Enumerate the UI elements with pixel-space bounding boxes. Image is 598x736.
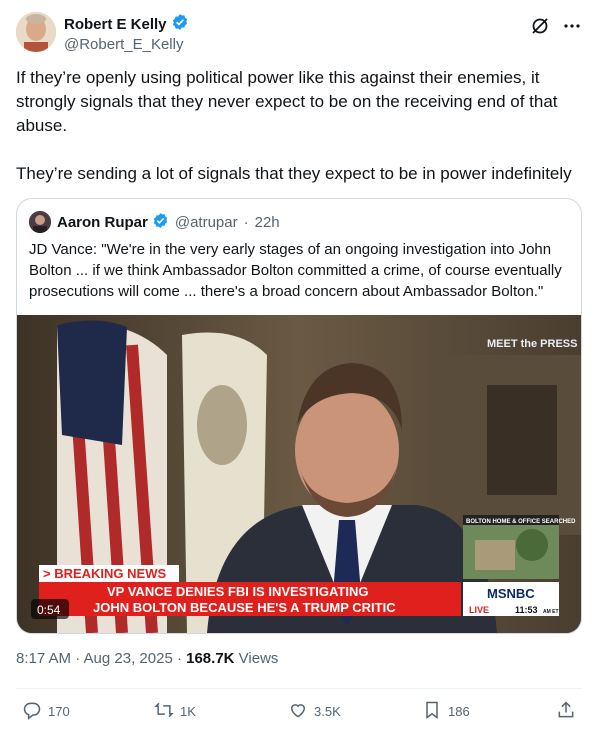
repost-button[interactable]: 1K bbox=[154, 700, 196, 723]
breaking-news-label: > BREAKING NEWS bbox=[43, 566, 166, 581]
reply-icon bbox=[22, 700, 42, 723]
bookmark-icon bbox=[422, 700, 442, 723]
repost-icon bbox=[154, 700, 174, 723]
views-count: 168.7K bbox=[186, 650, 235, 667]
grok-icon[interactable] bbox=[530, 16, 550, 36]
video-frame: MEET the PRESS BOLTON HOME & OFFICE SEAR… bbox=[17, 315, 581, 633]
like-button[interactable]: 3.5K bbox=[288, 700, 341, 723]
quote-author-name[interactable]: Aaron Rupar bbox=[57, 214, 148, 231]
broadcast-clock: 11:53 bbox=[515, 605, 538, 615]
show-logo: MEET the PRESS bbox=[487, 338, 577, 350]
views-label: Views bbox=[234, 650, 279, 667]
quoted-tweet[interactable]: Aaron Rupar @atrupar · 22h JD Vance: "We… bbox=[16, 198, 582, 634]
tweet-meta: 8:17 AM · Aug 23, 2025 · 168.7K Views bbox=[16, 650, 278, 667]
like-count: 3.5K bbox=[314, 704, 341, 719]
inset-caption: BOLTON HOME & OFFICE SEARCHED bbox=[466, 519, 576, 525]
quote-separator: · bbox=[243, 213, 249, 231]
quote-timestamp[interactable]: 22h bbox=[255, 214, 280, 231]
share-icon bbox=[556, 700, 576, 723]
verified-badge-icon bbox=[152, 212, 169, 233]
repost-count: 1K bbox=[180, 704, 196, 719]
author-name[interactable]: Robert E Kelly bbox=[64, 16, 167, 33]
divider bbox=[16, 688, 582, 689]
quote-author-handle[interactable]: @atrupar bbox=[175, 214, 238, 231]
headline-line-2: JOHN BOLTON BECAUSE HE'S A TRUMP CRITIC bbox=[93, 600, 396, 615]
share-button[interactable] bbox=[556, 700, 576, 723]
network-logo: MSNBC bbox=[487, 586, 535, 601]
live-label: LIVE bbox=[469, 605, 489, 615]
author-avatar[interactable] bbox=[16, 12, 56, 52]
tweet-text: If they’re openly using political power … bbox=[16, 68, 572, 183]
headline-line-1: VP VANCE DENIES FBI IS INVESTIGATING bbox=[107, 584, 369, 599]
video-player[interactable]: MEET the PRESS BOLTON HOME & OFFICE SEAR… bbox=[17, 315, 581, 633]
verified-badge-icon bbox=[171, 13, 189, 35]
quote-author-avatar[interactable] bbox=[29, 211, 51, 233]
reply-count: 170 bbox=[48, 704, 70, 719]
tweet-timestamp[interactable]: 8:17 AM · Aug 23, 2025 · bbox=[16, 650, 186, 667]
more-options-icon[interactable] bbox=[562, 16, 582, 36]
author-handle[interactable]: @Robert_E_Kelly bbox=[64, 36, 189, 53]
tweet-header: Robert E Kelly @Robert_E_Kelly bbox=[16, 10, 582, 56]
reply-button[interactable]: 170 bbox=[22, 700, 70, 723]
video-duration: 0:54 bbox=[37, 603, 61, 617]
action-bar: 170 1K 3.5K 186 bbox=[16, 700, 582, 726]
broadcast-clock-suffix: AM ET bbox=[543, 609, 559, 615]
bookmark-count: 186 bbox=[448, 704, 470, 719]
heart-icon bbox=[288, 700, 308, 723]
bookmark-button[interactable]: 186 bbox=[422, 700, 470, 723]
quote-text: JD Vance: "We're in the very early stage… bbox=[29, 241, 562, 300]
